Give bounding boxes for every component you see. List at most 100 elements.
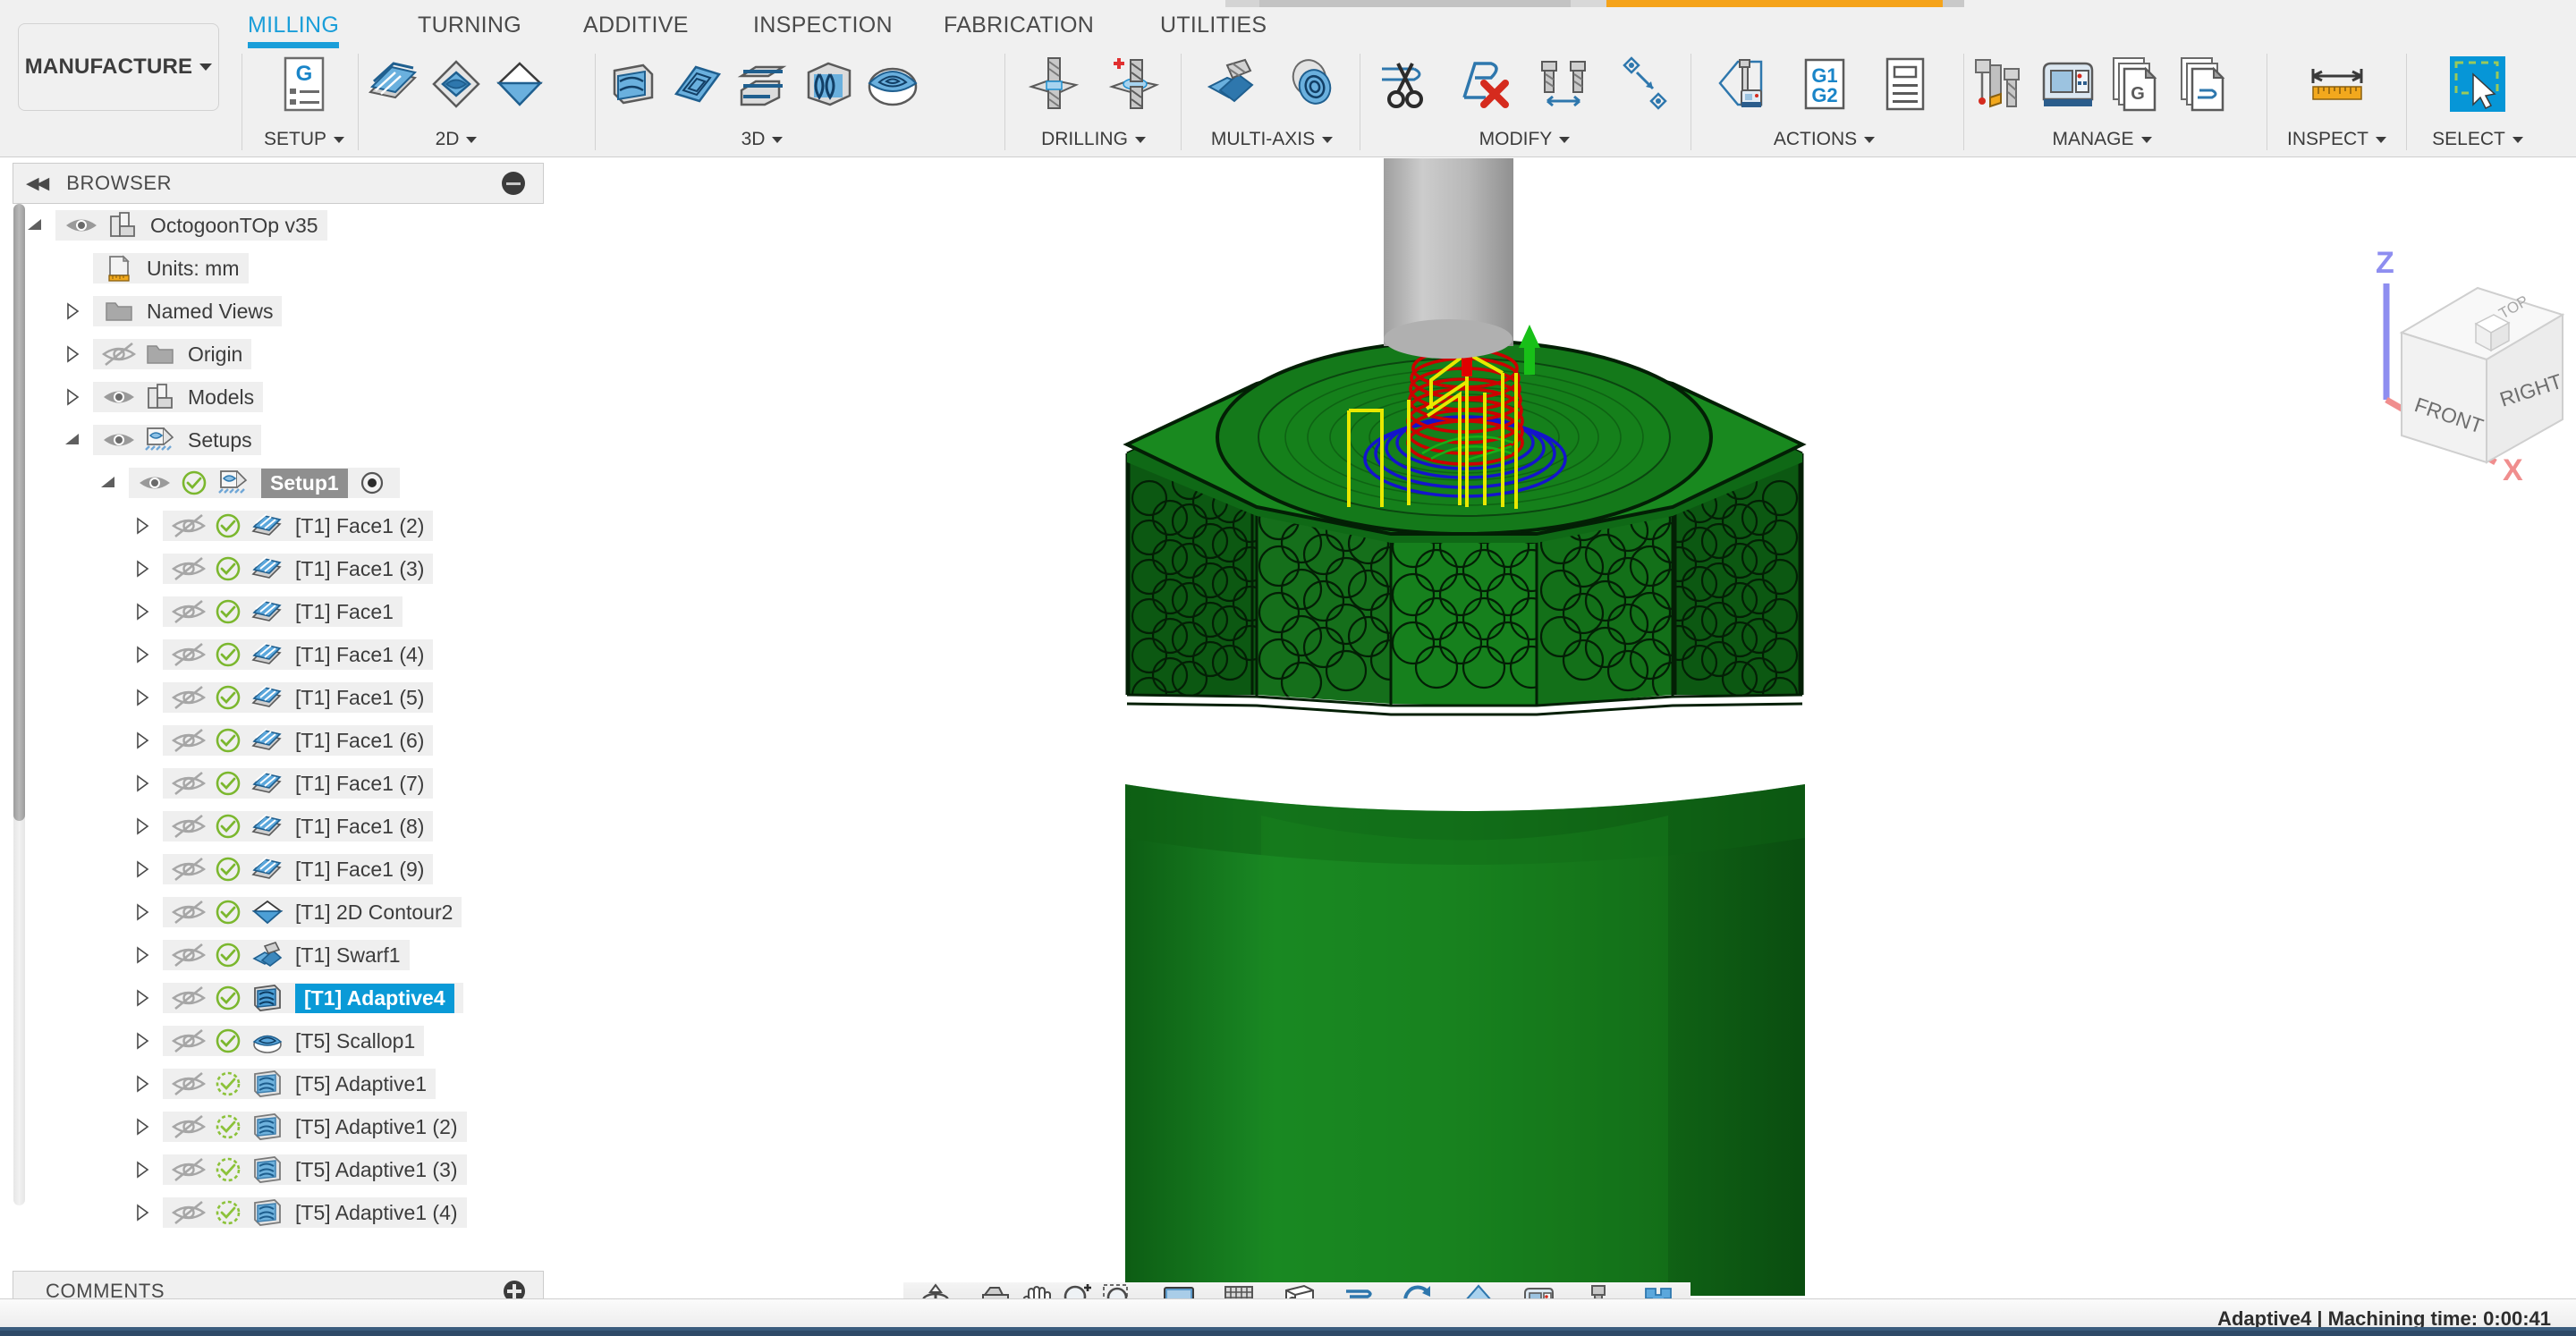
contour-operation-icon[interactable] — [250, 898, 284, 926]
check-circle-icon[interactable] — [215, 641, 242, 668]
face-operation-icon[interactable] — [250, 640, 285, 669]
chevron-right-icon[interactable] — [132, 945, 152, 965]
tree-node-label[interactable]: Models — [188, 385, 254, 410]
chevron-right-icon[interactable] — [63, 301, 82, 321]
tree-node-label[interactable]: Units: mm — [147, 257, 240, 281]
eye-off-icon[interactable] — [172, 1113, 206, 1140]
eye-off-icon[interactable] — [172, 770, 206, 797]
tree-row-content[interactable]: [T1] 2D Contour2 — [163, 897, 462, 927]
tree-node-t5-scallop1[interactable]: [T5] Scallop1 — [25, 1019, 539, 1062]
g1-g2-post-icon[interactable]: G1 G2 — [1786, 50, 1863, 118]
tree-node-t1-face1-8[interactable]: [T1] Face1 (8) — [25, 805, 539, 848]
tree-node-t1-face1-9[interactable]: [T1] Face1 (9) — [25, 848, 539, 891]
expand-arrow-closed-icon[interactable] — [132, 559, 163, 579]
visibility-toggle-off[interactable] — [168, 1199, 209, 1226]
expand-arrow-closed-icon[interactable] — [132, 988, 163, 1008]
tab-turning[interactable]: TURNING — [418, 13, 521, 38]
tree-row-content[interactable]: [T5] Adaptive1 (2) — [163, 1112, 467, 1142]
panel-label-inspect[interactable]: INSPECT — [2272, 129, 2402, 150]
visibility-toggle-off[interactable] — [168, 856, 209, 883]
tree-node-label[interactable]: Setup1 — [261, 469, 348, 498]
tab-segment-4[interactable] — [1943, 0, 1964, 7]
tree-node-octogoontop-v35[interactable]: OctogoonTOp v35 — [25, 204, 539, 247]
eye-off-icon[interactable] — [172, 641, 206, 668]
visibility-toggle-off[interactable] — [168, 813, 209, 840]
expand-arrow-closed-icon[interactable] — [63, 387, 93, 407]
tab-additive[interactable]: ADDITIVE — [583, 13, 689, 38]
active-setup-radio-icon[interactable] — [360, 470, 385, 495]
tree-row-content[interactable]: [T5] Adaptive1 (4) — [163, 1197, 467, 1228]
chevron-right-icon[interactable] — [132, 1074, 152, 1094]
tree-row-content[interactable]: Named Views — [93, 296, 282, 326]
expand-arrow-open-icon[interactable] — [25, 216, 55, 235]
tree-node-t1-adaptive4[interactable]: [T1] Adaptive4 — [25, 977, 539, 1019]
tab-segment-1[interactable] — [1225, 0, 1259, 7]
measure-ruler-icon[interactable] — [2299, 50, 2376, 118]
eye-off-icon[interactable] — [172, 1199, 206, 1226]
transform-icon[interactable] — [1606, 50, 1683, 118]
tree-row-content[interactable]: [T1] Swarf1 — [163, 940, 410, 970]
chevron-down-icon[interactable] — [25, 216, 45, 235]
visibility-toggle-off[interactable] — [168, 899, 209, 926]
setup-sheet-icon[interactable] — [1867, 50, 1944, 118]
eye-off-icon[interactable] — [172, 856, 206, 883]
tree-node-t5-adaptive1-4[interactable]: [T5] Adaptive1 (4) — [25, 1191, 539, 1234]
folder-icon[interactable] — [145, 342, 175, 367]
panel-label-modify[interactable]: MODIFY — [1366, 129, 1683, 150]
setup-g-code-icon[interactable]: G — [266, 50, 343, 118]
tree-node-label[interactable]: [T1] Swarf1 — [295, 943, 401, 968]
chevron-right-icon[interactable] — [132, 902, 152, 922]
tree-node-label[interactable]: [T5] Adaptive1 (2) — [295, 1115, 458, 1139]
expand-arrow-closed-icon[interactable] — [132, 774, 163, 793]
template-library-icon[interactable] — [2172, 50, 2236, 118]
tab-segment-3[interactable] — [1571, 0, 1606, 7]
check-circle-icon[interactable] — [215, 1027, 242, 1054]
chevron-right-icon[interactable] — [132, 859, 152, 879]
check-circle-dashed-icon[interactable] — [215, 1199, 242, 1226]
eye-off-icon[interactable] — [172, 1156, 206, 1183]
tree-node-label[interactable]: [T5] Scallop1 — [295, 1029, 415, 1053]
panel-label-multi-axis[interactable]: MULTI-AXIS — [1187, 129, 1357, 150]
visibility-toggle-off[interactable] — [168, 598, 209, 625]
check-circle-icon[interactable] — [181, 469, 208, 496]
units-icon[interactable] — [105, 254, 133, 283]
tree-node-label[interactable]: [T5] Adaptive1 (3) — [295, 1158, 458, 1182]
eye-icon[interactable] — [138, 469, 172, 496]
tree-node-label[interactable]: [T1] Face1 (6) — [295, 729, 424, 753]
select-window-icon[interactable] — [2439, 50, 2516, 118]
check-circle-icon[interactable] — [215, 856, 242, 883]
scallop-operation-icon[interactable] — [250, 1027, 284, 1054]
pocket-3d-icon[interactable] — [666, 50, 728, 118]
tree-row-content[interactable]: [T1] Face1 (2) — [163, 511, 433, 541]
tree-node-units-mm[interactable]: Units: mm — [25, 247, 539, 290]
tree-node-label[interactable]: Origin — [188, 342, 242, 367]
scissors-icon[interactable] — [1366, 50, 1443, 118]
tree-node-label[interactable]: [T1] Face1 (4) — [295, 643, 424, 667]
tree-node-t5-adaptive1-3[interactable]: [T5] Adaptive1 (3) — [25, 1148, 539, 1191]
panel-label-actions[interactable]: ACTIONS — [1697, 129, 1952, 150]
visibility-toggle-off[interactable] — [168, 727, 209, 754]
expand-arrow-closed-icon[interactable] — [132, 945, 163, 965]
expand-arrow-closed-icon[interactable] — [132, 645, 163, 664]
scrollbar-thumb[interactable] — [13, 204, 25, 821]
check-circle-icon[interactable] — [215, 555, 242, 582]
visibility-toggle-off[interactable] — [168, 770, 209, 797]
adaptive-operation-icon[interactable] — [251, 1069, 284, 1099]
tree-node-origin[interactable]: Origin — [25, 333, 539, 376]
face-operation-icon[interactable] — [250, 812, 285, 841]
tree-node-label[interactable]: [T5] Adaptive1 — [295, 1072, 427, 1096]
tree-row-content[interactable]: [T5] Adaptive1 (3) — [163, 1154, 467, 1185]
tree-node-label[interactable]: [T1] 2D Contour2 — [295, 901, 453, 925]
tree-node-label[interactable]: [T1] Face1 (3) — [295, 557, 424, 581]
tree-row-content[interactable]: Origin — [93, 339, 251, 369]
check-circle-dashed-icon[interactable] — [215, 1156, 242, 1183]
face-operation-icon[interactable] — [250, 769, 285, 798]
tree-node-setups[interactable]: Setups — [25, 419, 539, 461]
scallop-icon[interactable] — [861, 50, 923, 118]
delete-toolpath-icon[interactable] — [1446, 50, 1523, 118]
eye-off-icon[interactable] — [172, 512, 206, 539]
face-icon[interactable] — [362, 50, 422, 118]
visibility-toggle-off[interactable] — [168, 1113, 209, 1140]
eye-off-icon[interactable] — [172, 942, 206, 968]
face-operation-icon[interactable] — [250, 597, 285, 626]
